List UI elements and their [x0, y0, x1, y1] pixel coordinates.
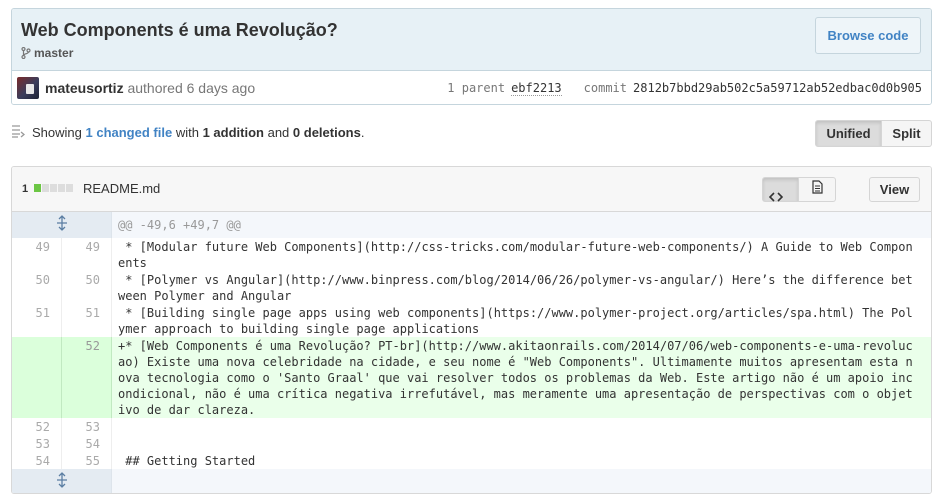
branch-name: master — [34, 46, 74, 60]
diffstat-block — [34, 184, 41, 192]
rich-view-button[interactable] — [799, 177, 836, 202]
new-line-number[interactable]: 53 — [62, 418, 112, 435]
line-code — [112, 435, 931, 452]
old-line-number[interactable]: 51 — [12, 304, 62, 337]
diffstat-block — [50, 184, 57, 192]
file-view-toggle — [762, 177, 836, 202]
commit-meta: mateusortiz authored 6 days ago 1 parent… — [12, 71, 931, 104]
old-line-number[interactable]: 54 — [12, 452, 62, 469]
file-name[interactable]: README.md — [83, 181, 160, 196]
diff-line-context: 50 50 * [Polymer vs Angular](http://www.b… — [12, 271, 931, 304]
source-view-button[interactable] — [762, 177, 799, 202]
avatar[interactable] — [17, 77, 39, 99]
branch-icon — [21, 47, 31, 59]
hunk-header-text: @@ -49,6 +49,7 @@ — [118, 218, 241, 232]
line-code: * [Building single page apps using web c… — [118, 306, 913, 336]
additions-count: 1 addition — [202, 125, 264, 140]
commit-title-bar: Web Components é uma Revolução? master B… — [12, 9, 931, 71]
commit-label: commit — [583, 81, 628, 95]
view-file-button[interactable]: View — [869, 177, 920, 202]
diffstat-block — [42, 184, 49, 192]
branch-indicator[interactable]: master — [21, 46, 73, 60]
summary-with: with — [175, 125, 199, 140]
diff-lines: 49 49 * [Modular future Web Components](h… — [12, 238, 931, 469]
commit-sha: 2812b7bbd29ab502c5a59712ab52edbac0d0b905 — [633, 81, 922, 95]
old-line-number[interactable]: 50 — [12, 271, 62, 304]
diff-summary-text: Showing 1 changed file with 1 addition a… — [32, 125, 364, 140]
new-line-number[interactable]: 50 — [62, 271, 112, 304]
diff-summary-bar: Showing 1 changed file with 1 addition a… — [11, 120, 932, 148]
browse-code-button[interactable]: Browse code — [815, 17, 921, 54]
expand-lines-top[interactable] — [12, 212, 112, 238]
diff-line-context: 51 51 * [Building single page apps using … — [12, 304, 931, 337]
line-code: +* [Web Components é uma Revolução? PT-b… — [112, 337, 931, 418]
diff-line-addition: 52 +* [Web Components é uma Revolução? PT… — [12, 337, 931, 418]
diffstat-block — [66, 184, 73, 192]
old-line-number[interactable]: 53 — [12, 435, 62, 452]
author-info: mateusortiz authored 6 days ago — [45, 80, 255, 96]
summary-period: . — [360, 125, 365, 140]
parent-count: 1 parent — [447, 81, 506, 95]
diffstat-count: 1 — [22, 183, 29, 195]
unfold-icon — [55, 472, 69, 492]
old-line-number[interactable]: 52 — [12, 418, 62, 435]
deletions-count: 0 deletions — [292, 125, 361, 140]
changed-files-link[interactable]: 1 changed file — [86, 125, 173, 140]
diff-line-context: 53 54 — [12, 435, 931, 452]
new-line-number[interactable]: 49 — [62, 238, 112, 271]
new-line-number[interactable]: 55 — [62, 452, 112, 469]
author-link[interactable]: mateusortiz — [45, 80, 124, 96]
unfold-icon — [55, 215, 69, 235]
new-line-number[interactable]: 54 — [62, 435, 112, 452]
hunk-header-top: @@ -49,6 +49,7 @@ — [12, 212, 931, 238]
file-text-icon — [811, 180, 823, 199]
hunk-footer-blank — [112, 469, 931, 493]
diff-line-context: 54 55 ## Getting Started — [12, 452, 931, 469]
summary-and: and — [267, 125, 290, 140]
file-diff: 1 README.md View @@ -49,6 +49,7 @@ 49 49… — [11, 166, 932, 494]
line-code — [112, 418, 931, 435]
line-code: ## Getting Started — [118, 454, 256, 468]
commit-title: Web Components é uma Revolução? — [21, 20, 338, 40]
split-button[interactable]: Split — [882, 120, 932, 147]
diff-view-toggle: Unified Split — [815, 120, 932, 147]
new-line-number[interactable]: 51 — [62, 304, 112, 337]
authored-time: authored 6 days ago — [127, 80, 256, 96]
diffstat-block — [58, 184, 65, 192]
hunk-footer — [12, 469, 931, 493]
old-line-number[interactable] — [12, 337, 62, 418]
sha-info: 1 parent ebf2213 commit 2812b7bbd29ab502… — [447, 81, 922, 96]
diffstat-bar — [34, 184, 73, 192]
commit-header: Web Components é uma Revolução? master B… — [11, 8, 932, 105]
parent-sha-link[interactable]: ebf2213 — [511, 81, 562, 96]
summary-showing: Showing — [32, 125, 82, 140]
line-code: * [Modular future Web Components](http:/… — [118, 240, 913, 270]
diff-table: @@ -49,6 +49,7 @@ 49 49 * [Modular future… — [12, 212, 931, 493]
unified-button[interactable]: Unified — [815, 120, 882, 147]
file-header: 1 README.md View — [12, 167, 931, 212]
file-list-icon[interactable] — [11, 123, 26, 144]
diff-line-context: 52 53 — [12, 418, 931, 435]
new-line-number[interactable]: 52 — [62, 337, 112, 418]
expand-lines-bottom[interactable] — [12, 469, 112, 493]
line-code: * [Polymer vs Angular](http://www.binpre… — [118, 273, 913, 303]
diff-line-context: 49 49 * [Modular future Web Components](h… — [12, 238, 931, 271]
old-line-number[interactable]: 49 — [12, 238, 62, 271]
